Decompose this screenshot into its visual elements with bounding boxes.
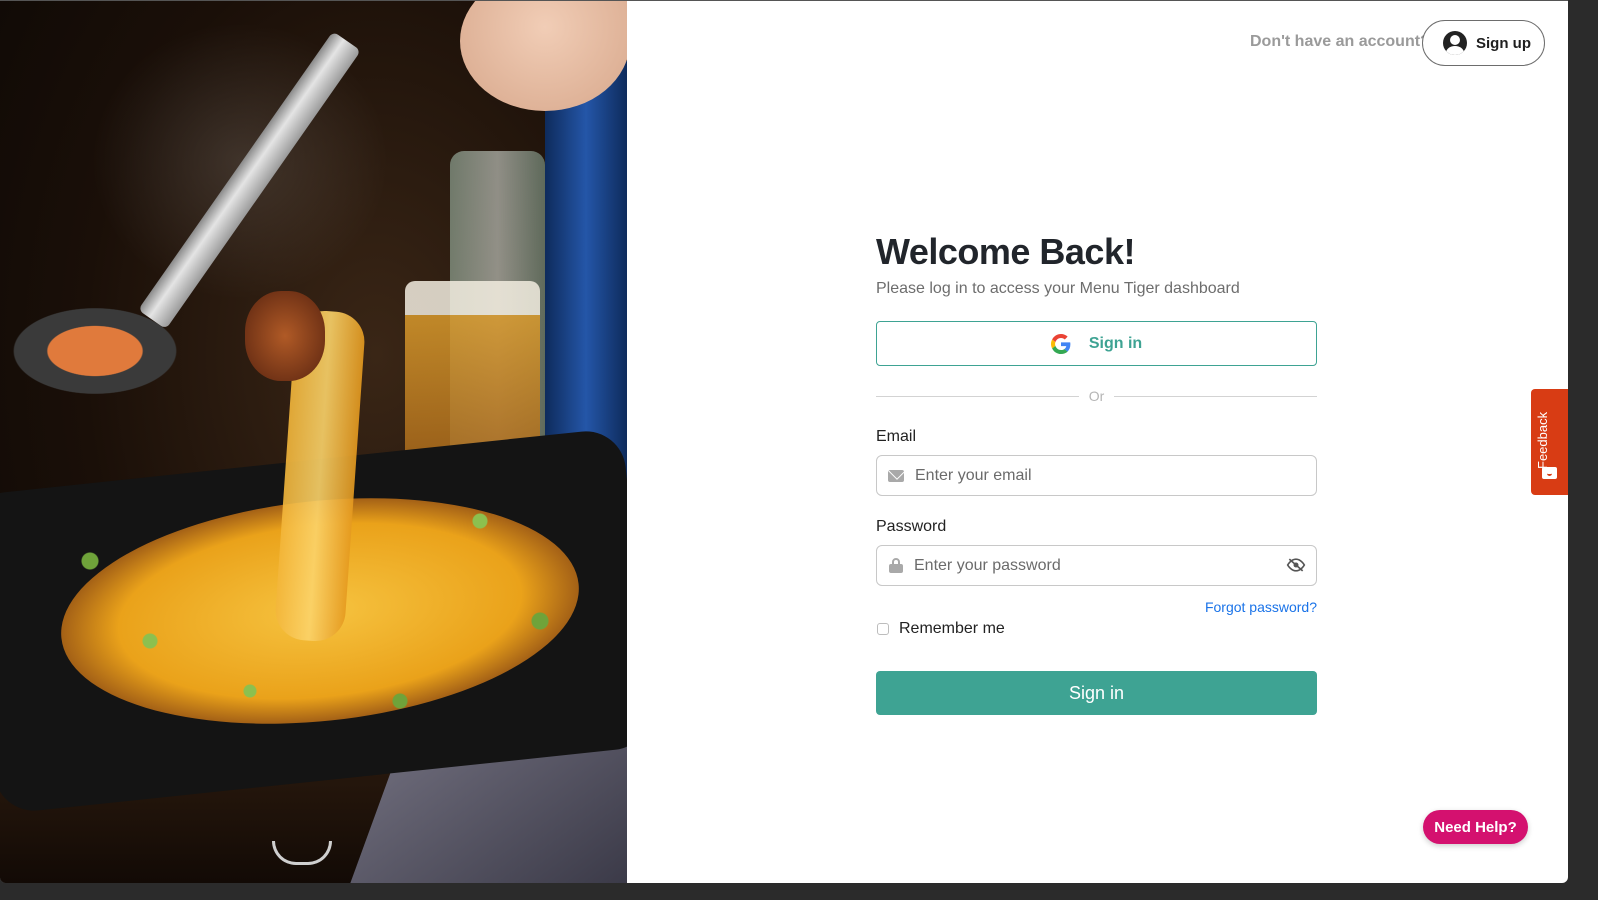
remember-me-row: Remember me [876, 620, 1317, 638]
email-input[interactable] [915, 466, 1275, 485]
feedback-label: Feedback [1535, 411, 1550, 469]
hero-food-image [0, 1, 627, 883]
lock-icon [889, 558, 903, 573]
login-page: Don't have an account? Sign up Welcome B… [0, 0, 1568, 883]
password-label: Password [876, 518, 947, 535]
divider-line-right [1114, 395, 1317, 397]
mail-icon [888, 469, 904, 482]
google-icon [1050, 333, 1071, 354]
email-label: Email [876, 428, 917, 445]
google-sign-in-button[interactable]: Sign in [876, 321, 1317, 366]
chicken-piece-image [245, 291, 325, 381]
page-subtitle: Please log in to access your Menu Tiger … [876, 280, 1240, 297]
email-field-wrapper [876, 455, 1317, 496]
login-form: Welcome Back! Please log in to access yo… [876, 231, 1317, 715]
feedback-smile-icon [1542, 467, 1557, 479]
remember-me-checkbox[interactable] [877, 623, 889, 635]
divider-text: Or [1088, 388, 1105, 404]
page-title: Welcome Back! [876, 231, 1135, 272]
eye-slash-icon[interactable] [1286, 558, 1306, 572]
remember-me-label[interactable]: Remember me [899, 620, 1005, 638]
forgot-password-link[interactable]: Forgot password? [876, 599, 1317, 615]
sign-up-button[interactable]: Sign up [1422, 20, 1545, 66]
need-help-button[interactable]: Need Help? [1423, 810, 1528, 844]
sign-in-submit-button[interactable]: Sign in [876, 671, 1317, 715]
no-account-prompt: Don't have an account? [1250, 33, 1430, 50]
password-input[interactable] [914, 556, 1274, 575]
google-sign-in-label: Sign in [1088, 334, 1143, 352]
feedback-tab[interactable]: Feedback [1531, 389, 1568, 495]
password-field-wrapper [876, 545, 1317, 586]
sign-up-label: Sign up [1476, 34, 1531, 52]
or-divider: Or [876, 388, 1317, 404]
divider-line-left [876, 395, 1079, 397]
user-circle-icon [1443, 31, 1467, 55]
